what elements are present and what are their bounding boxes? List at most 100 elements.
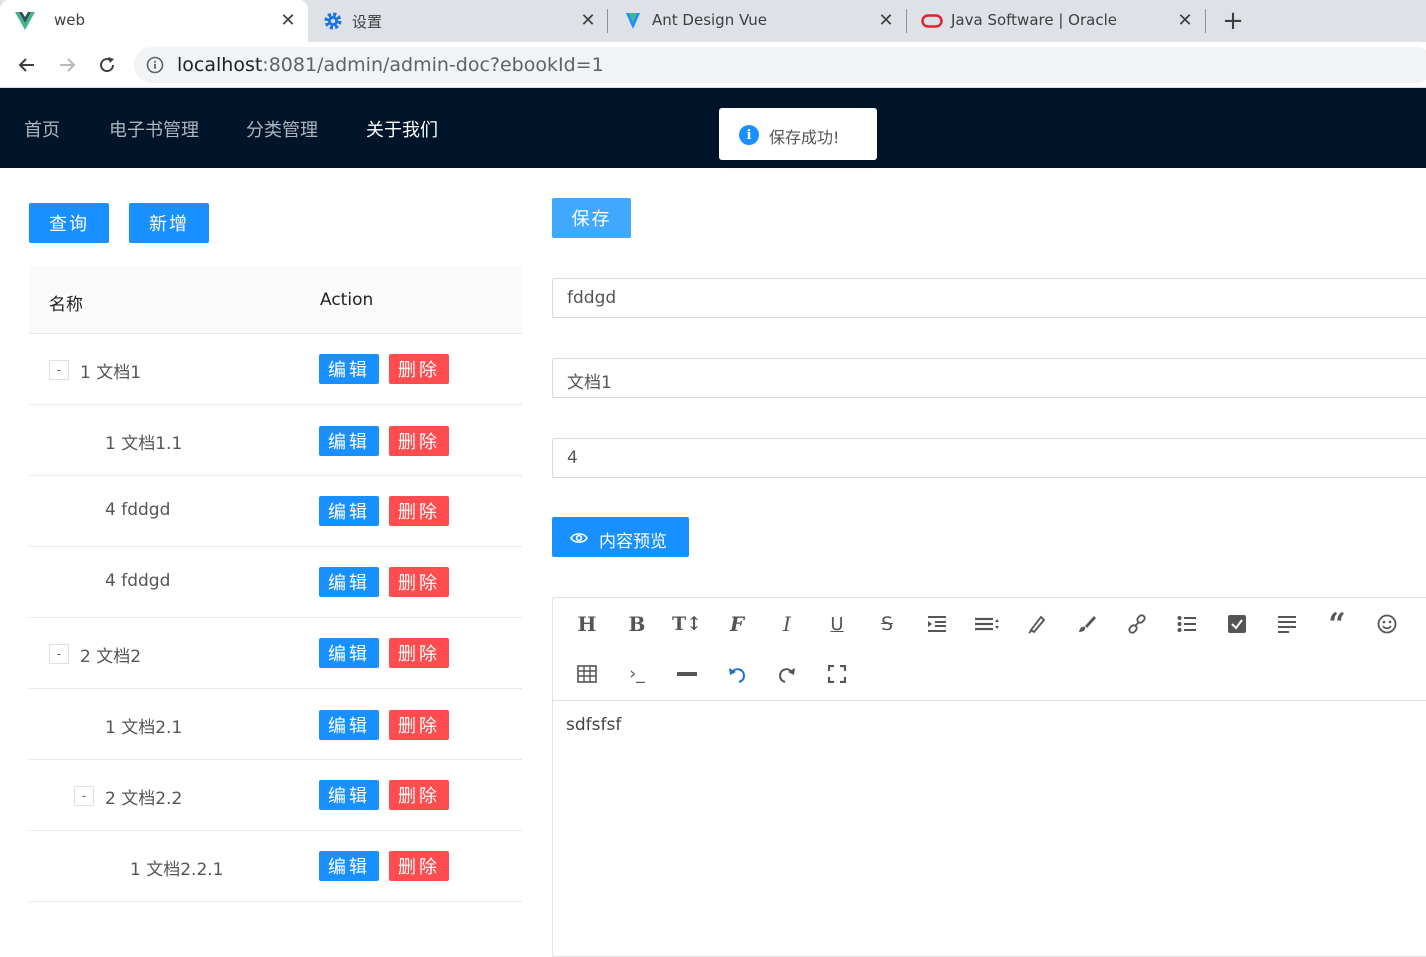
table-row: - 2 文档2.2 编辑 删除 bbox=[29, 760, 522, 831]
content-preview-button[interactable]: 内容预览 bbox=[552, 517, 689, 557]
quote-icon[interactable]: “ bbox=[1323, 607, 1351, 642]
back-button[interactable] bbox=[13, 51, 41, 79]
url-text: localhost:8081/admin/admin-doc?ebookId=1 bbox=[177, 54, 604, 76]
browser-tab-antdv[interactable]: Ant Design Vue ✕ bbox=[608, 0, 906, 42]
oracle-logo-icon bbox=[921, 10, 943, 32]
strikethrough-icon[interactable]: S bbox=[873, 610, 901, 638]
browser-tab-strip: web ✕ 设置 ✕ Ant Design Vue ✕ Java Softwar… bbox=[0, 0, 1426, 42]
edit-button[interactable]: 编辑 bbox=[319, 354, 379, 384]
menu-item-home[interactable]: 首页 bbox=[24, 116, 60, 142]
italic-icon[interactable]: I bbox=[773, 610, 801, 638]
redo-icon[interactable] bbox=[773, 660, 801, 688]
close-tab-icon[interactable]: ✕ bbox=[1173, 8, 1197, 32]
close-tab-icon[interactable]: ✕ bbox=[276, 8, 300, 32]
vue-logo-icon bbox=[14, 10, 36, 32]
toast-message: 保存成功! bbox=[769, 128, 840, 147]
editor-toolbar: H B T↕ F I U S “ ›_ bbox=[553, 598, 1426, 701]
doc-name-input[interactable]: fddgd bbox=[552, 278, 1426, 318]
query-button[interactable]: 查询 bbox=[29, 203, 109, 243]
url-host: localhost bbox=[177, 54, 263, 76]
edit-button[interactable]: 编辑 bbox=[319, 851, 379, 881]
bold-icon[interactable]: B bbox=[623, 610, 651, 638]
editor-content[interactable]: sdfsfsf bbox=[566, 715, 621, 735]
collapse-row-button[interactable]: - bbox=[49, 360, 69, 380]
site-info-icon[interactable] bbox=[146, 56, 164, 74]
align-icon[interactable] bbox=[973, 610, 1001, 638]
delete-button[interactable]: 删除 bbox=[389, 780, 449, 810]
address-bar[interactable]: localhost:8081/admin/admin-doc?ebookId=1 bbox=[134, 47, 1426, 83]
doc-name: 4 fddgd bbox=[105, 571, 171, 591]
menu-item-about[interactable]: 关于我们 bbox=[366, 116, 438, 142]
collapse-row-button[interactable]: - bbox=[49, 644, 69, 664]
table-row: 1 文档2.2.1 编辑 删除 bbox=[29, 831, 522, 902]
tab-title: Ant Design Vue bbox=[652, 11, 767, 29]
link-icon[interactable] bbox=[1123, 610, 1151, 638]
paint-brush-icon[interactable] bbox=[1073, 610, 1101, 638]
menu-item-ebook-management[interactable]: 电子书管理 bbox=[109, 116, 199, 142]
undo-icon[interactable] bbox=[723, 660, 751, 688]
rich-text-editor: H B T↕ F I U S “ ›_ sdfsfsf bbox=[552, 597, 1426, 957]
settings-gear-icon bbox=[322, 10, 344, 32]
delete-button[interactable]: 删除 bbox=[389, 567, 449, 597]
table-row: - 1 文档1 编辑 删除 bbox=[29, 334, 522, 405]
unordered-list-icon[interactable] bbox=[1173, 610, 1201, 638]
edit-button[interactable]: 编辑 bbox=[319, 496, 379, 526]
browser-tab-settings[interactable]: 设置 ✕ bbox=[308, 0, 608, 42]
close-tab-icon[interactable]: ✕ bbox=[874, 8, 898, 32]
edit-button[interactable]: 编辑 bbox=[319, 780, 379, 810]
highlight-icon[interactable] bbox=[1023, 610, 1051, 638]
code-icon[interactable]: ›_ bbox=[623, 660, 651, 688]
heading-icon[interactable]: H bbox=[573, 610, 601, 638]
table-row: 4 fddgd 编辑 删除 bbox=[29, 476, 522, 547]
collapse-row-button[interactable]: - bbox=[74, 786, 94, 806]
delete-button[interactable]: 删除 bbox=[389, 496, 449, 526]
table-header: 名称 Action bbox=[29, 266, 522, 334]
forward-button[interactable] bbox=[53, 51, 81, 79]
delete-button[interactable]: 删除 bbox=[389, 710, 449, 740]
emoji-icon[interactable] bbox=[1373, 610, 1401, 638]
tab-separator bbox=[1205, 9, 1206, 33]
doc-name: 4 fddgd bbox=[105, 500, 171, 520]
column-header-action: Action bbox=[320, 290, 374, 310]
sort-input[interactable]: 4 bbox=[552, 438, 1426, 478]
underline-icon[interactable]: U bbox=[823, 610, 851, 638]
doc-name: 1 文档2.1 bbox=[105, 718, 183, 738]
preview-label: 内容预览 bbox=[599, 532, 667, 552]
table-row: 1 文档2.1 编辑 删除 bbox=[29, 689, 522, 760]
parent-doc-select[interactable]: 文档1 bbox=[552, 358, 1426, 398]
doc-name: 1 文档1 bbox=[80, 363, 142, 383]
doc-name: 2 文档2 bbox=[80, 647, 142, 667]
font-size-icon[interactable]: T↕ bbox=[672, 610, 702, 638]
checkbox-icon[interactable] bbox=[1223, 610, 1251, 638]
new-tab-button[interactable]: + bbox=[1219, 6, 1247, 36]
doc-name: 1 文档1.1 bbox=[105, 434, 183, 454]
url-path: :8081/admin/admin-doc?ebookId=1 bbox=[262, 54, 604, 76]
add-button[interactable]: 新增 bbox=[129, 203, 209, 243]
eye-icon bbox=[570, 530, 588, 550]
browser-tab-oracle[interactable]: Java Software | Oracle ✕ bbox=[907, 0, 1205, 42]
edit-button[interactable]: 编辑 bbox=[319, 710, 379, 740]
table-row: 4 fddgd 编辑 删除 bbox=[29, 547, 522, 618]
tab-title: 设置 bbox=[352, 13, 383, 31]
delete-button[interactable]: 删除 bbox=[389, 638, 449, 668]
browser-tab-web[interactable]: web ✕ bbox=[0, 0, 308, 42]
indent-icon[interactable] bbox=[923, 610, 951, 638]
menu-item-category-management[interactable]: 分类管理 bbox=[246, 116, 318, 142]
antdv-logo-icon bbox=[622, 10, 644, 32]
edit-button[interactable]: 编辑 bbox=[319, 426, 379, 456]
save-button[interactable]: 保存 bbox=[552, 198, 631, 238]
edit-button[interactable]: 编辑 bbox=[319, 638, 379, 668]
reload-button[interactable] bbox=[93, 51, 121, 79]
horizontal-rule-icon[interactable] bbox=[673, 660, 701, 688]
table-icon[interactable] bbox=[573, 660, 601, 688]
delete-button[interactable]: 删除 bbox=[389, 426, 449, 456]
font-family-icon[interactable]: F bbox=[723, 610, 751, 638]
delete-button[interactable]: 删除 bbox=[389, 354, 449, 384]
doc-tree-table: 名称 Action - 1 文档1 编辑 删除 1 文档1.1 编辑 删除 4 … bbox=[29, 266, 522, 902]
delete-button[interactable]: 删除 bbox=[389, 851, 449, 881]
edit-button[interactable]: 编辑 bbox=[319, 567, 379, 597]
fullscreen-icon[interactable] bbox=[823, 660, 851, 688]
paragraph-icon[interactable] bbox=[1273, 610, 1301, 638]
table-row: 1 文档1.1 编辑 删除 bbox=[29, 405, 522, 476]
close-tab-icon[interactable]: ✕ bbox=[576, 8, 600, 32]
